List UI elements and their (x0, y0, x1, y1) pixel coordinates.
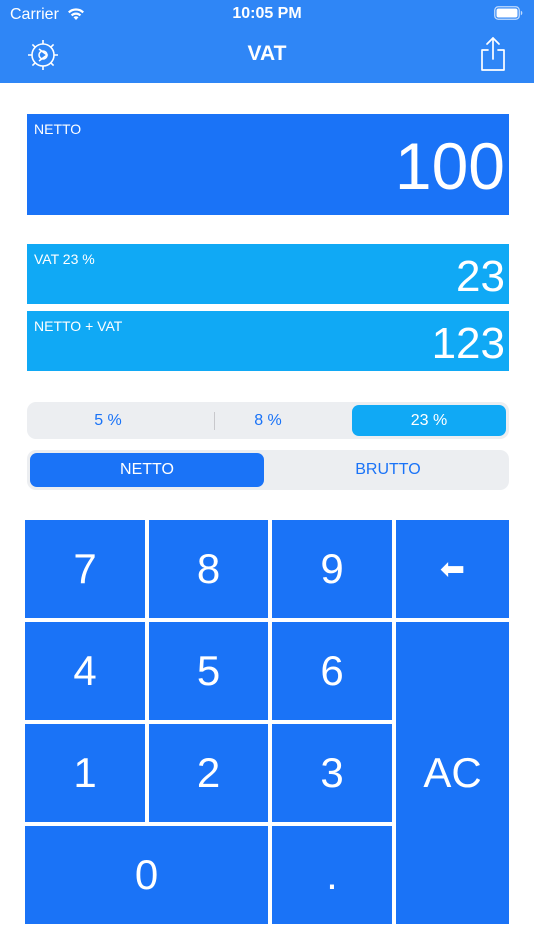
share-icon[interactable] (478, 36, 508, 72)
mode-option-brutto[interactable]: BRUTTO (270, 453, 506, 487)
page-title: VAT (247, 42, 287, 65)
rate-option-5[interactable]: 5 % (30, 405, 186, 436)
key-0[interactable]: 0 (25, 826, 268, 924)
netto-plus-vat-label: NETTO + VAT (34, 318, 123, 334)
key-6[interactable]: 6 (272, 622, 392, 720)
netto-plus-vat-display: NETTO + VAT 123 (27, 311, 509, 371)
rate-option-23[interactable]: 23 % (352, 405, 506, 436)
rate-option-8[interactable]: 8 % (188, 405, 348, 436)
netto-plus-vat-value: 123 (431, 319, 505, 368)
key-7[interactable]: 7 (25, 520, 145, 618)
key-1[interactable]: 1 (25, 724, 145, 822)
decimal-point-key[interactable]: . (272, 826, 392, 924)
vat-display: VAT 23 % 23 (27, 244, 509, 304)
vat-rate-selector: 5 % 8 % 23 % (27, 402, 509, 439)
mode-selector: NETTO BRUTTO (27, 450, 509, 490)
key-5[interactable]: 5 (149, 622, 268, 720)
key-9[interactable]: 9 (272, 520, 392, 618)
netto-label: NETTO (34, 121, 82, 137)
battery-icon (494, 6, 523, 20)
key-2[interactable]: 2 (149, 724, 268, 822)
netto-value: 100 (394, 129, 505, 203)
navigation-bar: Carrier 10:05 PM VAT (0, 0, 534, 83)
mode-option-netto[interactable]: NETTO (30, 453, 264, 487)
key-4[interactable]: 4 (25, 622, 145, 720)
backspace-key[interactable]: ⬅ (396, 520, 509, 618)
status-time: 10:05 PM (232, 5, 302, 22)
key-8[interactable]: 8 (149, 520, 268, 618)
key-3[interactable]: 3 (272, 724, 392, 822)
netto-display: NETTO 100 (27, 114, 509, 215)
backspace-arrow-icon: ⬅ (439, 552, 466, 586)
clear-all-key[interactable]: AC (396, 622, 509, 924)
vat-value: 23 (456, 252, 505, 301)
vat-label: VAT 23 % (34, 251, 95, 267)
